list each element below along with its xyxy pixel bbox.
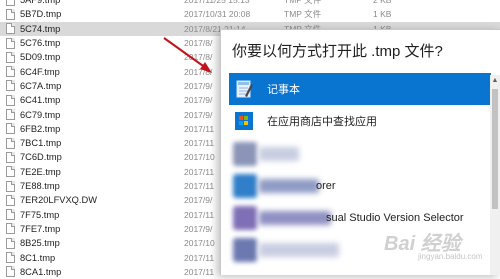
file-name: 6C4F.tmp — [20, 66, 60, 77]
file-icon — [6, 23, 15, 35]
file-name: 5D09.tmp — [20, 52, 61, 63]
file-name: 5AF9.tmp — [20, 0, 61, 6]
file-date: 2017/10 — [184, 152, 215, 163]
file-icon — [6, 252, 15, 264]
option-blurred-4[interactable] — [229, 234, 491, 266]
file-name: 6C7A.tmp — [20, 80, 62, 91]
file-type: TMP 文件 — [284, 0, 322, 6]
file-row[interactable]: 5B7D.tmp 2017/10/31 20:08 TMP 文件 1 KB — [0, 7, 500, 21]
file-type: TMP 文件 — [284, 9, 322, 20]
file-name: 7F75.tmp — [20, 209, 60, 220]
file-icon — [6, 109, 15, 121]
file-date: 2017/9/ — [184, 95, 213, 106]
file-name: 7ER20LFVXQ.DW — [20, 195, 97, 206]
notepad-icon — [236, 80, 253, 98]
file-icon — [6, 8, 15, 20]
file-icon — [6, 223, 15, 235]
option-label-partial: sual Studio Version Selector — [326, 212, 464, 224]
file-icon — [6, 151, 15, 163]
file-icon — [6, 266, 15, 278]
file-icon — [6, 194, 15, 206]
file-date: 2017/10/31 20:08 — [184, 9, 251, 20]
option-label: 在应用商店中查找应用 — [267, 116, 377, 128]
file-date: 2017/8/ — [184, 38, 213, 49]
file-date: 2017/8/ — [184, 66, 213, 77]
file-icon — [6, 237, 15, 249]
file-name: 7C6D.tmp — [20, 152, 62, 163]
file-size: 1 KB — [373, 9, 392, 20]
dialog-title: 你要以何方式打开此 .tmp 文件? — [232, 43, 443, 60]
blurred-text — [259, 243, 339, 257]
app-icon — [233, 238, 257, 262]
file-name: 6C41.tmp — [20, 95, 61, 106]
file-name: 6C79.tmp — [20, 109, 61, 120]
file-name: 7E2E.tmp — [20, 166, 61, 177]
scroll-thumb[interactable] — [492, 89, 498, 209]
file-date: 2017/11 — [184, 266, 215, 277]
file-date: 2017/9/ — [184, 223, 213, 234]
file-date: 2017/10 — [184, 238, 215, 249]
option-notepad[interactable]: 记事本 — [229, 73, 491, 105]
file-name: 7E88.tmp — [20, 181, 60, 192]
blurred-text — [259, 211, 331, 225]
option-label: 记事本 — [267, 84, 300, 96]
file-name: 8B25.tmp — [20, 238, 60, 249]
file-size: 2 KB — [373, 0, 392, 6]
file-row[interactable]: 5AF9.tmp 2017/11/25 15:13 TMP 文件 2 KB — [0, 0, 500, 7]
store-icon — [235, 112, 253, 130]
file-date: 2017/9/ — [184, 195, 213, 206]
app-icon — [233, 142, 257, 166]
file-icon — [6, 209, 15, 221]
file-name: 5B7D.tmp — [20, 9, 62, 20]
file-date: 2017/9/ — [184, 80, 213, 91]
file-date: 2017/11 — [184, 123, 215, 134]
app-icon — [233, 174, 257, 198]
file-name: 6FB2.tmp — [20, 123, 61, 134]
app-icon — [233, 206, 257, 230]
file-date: 2017/11/25 15:13 — [184, 0, 250, 6]
option-blurred-1[interactable] — [229, 138, 491, 170]
file-date: 2017/9/ — [184, 109, 213, 120]
blurred-text — [259, 147, 299, 161]
file-date: 2017/11 — [184, 166, 215, 177]
blurred-text — [259, 179, 319, 193]
file-icon — [6, 166, 15, 178]
option-blurred-2[interactable]: orer — [229, 170, 491, 202]
file-date: 2017/11 — [184, 138, 215, 149]
scroll-up-icon[interactable]: ▲ — [491, 77, 499, 85]
option-find-in-store[interactable]: 在应用商店中查找应用 — [229, 105, 491, 137]
file-name: 8CA1.tmp — [20, 266, 62, 277]
file-icon — [6, 66, 15, 78]
file-icon — [6, 80, 15, 92]
file-icon — [6, 0, 15, 6]
file-date: 2017/11 — [184, 181, 215, 192]
file-date: 2017/8/ — [184, 52, 213, 63]
file-icon — [6, 37, 15, 49]
option-label-partial: orer — [316, 180, 336, 192]
file-icon — [6, 94, 15, 106]
file-icon — [6, 123, 15, 135]
file-date: 2017/11 — [184, 252, 215, 263]
file-date: 2017/11 — [184, 209, 215, 220]
file-icon — [6, 51, 15, 63]
option-blurred-3[interactable]: sual Studio Version Selector — [229, 202, 491, 234]
file-name: 8C1.tmp — [20, 252, 56, 263]
file-name: 5C76.tmp — [20, 38, 61, 49]
file-name: 5C74.tmp — [20, 23, 61, 34]
open-with-dialog: 你要以何方式打开此 .tmp 文件? 记事本 在应用商店中查找应用 orer s… — [220, 29, 500, 275]
file-icon — [6, 137, 15, 149]
file-icon — [6, 180, 15, 192]
dialog-scrollbar[interactable]: ▲ — [490, 75, 500, 275]
file-name: 7BC1.tmp — [20, 138, 62, 149]
file-name: 7FE7.tmp — [20, 223, 61, 234]
